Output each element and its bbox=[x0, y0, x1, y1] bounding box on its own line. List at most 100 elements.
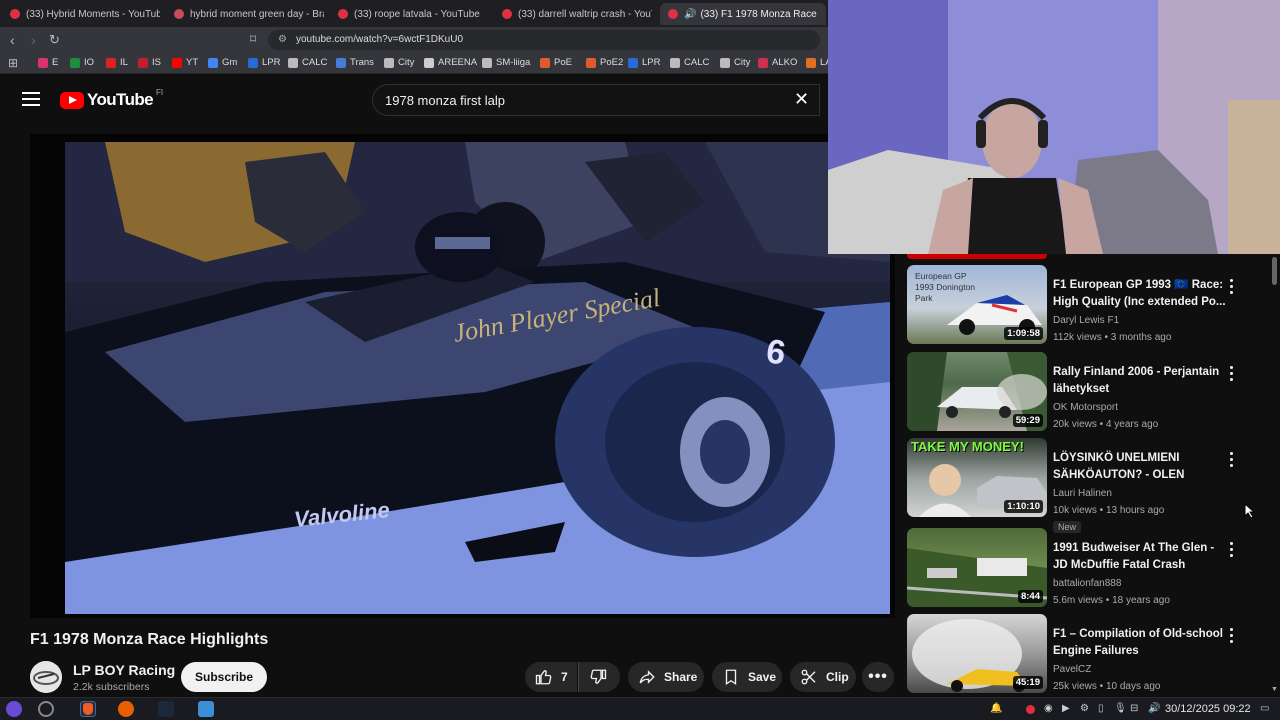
video-title[interactable]: F1 European GP 1993 🇪🇺 Race: High Qualit… bbox=[1053, 277, 1229, 311]
youtube-logo[interactable]: YouTube FI bbox=[60, 88, 163, 110]
channel-name[interactable]: battalionfan888 bbox=[1053, 578, 1121, 589]
brave-browser-icon[interactable] bbox=[80, 701, 96, 717]
forward-icon[interactable]: › bbox=[31, 32, 36, 48]
channel-name[interactable]: LP BOY Racing bbox=[73, 662, 175, 678]
bookmark-favicon-icon bbox=[138, 57, 148, 68]
media-play-icon[interactable]: ▶ bbox=[1062, 703, 1070, 714]
notification-bell-icon[interactable]: 🔔 bbox=[990, 703, 1002, 714]
video-meta: 5.6m views • 18 years ago bbox=[1053, 595, 1170, 606]
bookmark-item[interactable]: IS bbox=[138, 57, 161, 68]
list-item[interactable]: European GP 1993 Donington Park 1:09:58 … bbox=[907, 265, 1267, 347]
bookmark-item[interactable]: AREENA bbox=[424, 57, 477, 68]
steam-icon[interactable] bbox=[158, 701, 174, 717]
channel-avatar[interactable] bbox=[30, 661, 62, 693]
more-vertical-icon[interactable] bbox=[1230, 366, 1234, 384]
video-thumbnail[interactable]: European GP 1993 Donington Park 1:09:58 bbox=[907, 265, 1047, 344]
share-button[interactable]: Share bbox=[628, 662, 704, 692]
bookmark-icon[interactable]: ⌑ bbox=[250, 32, 256, 46]
browser-tab-active[interactable]: 🔊(33) F1 1978 Monza Race✕ bbox=[660, 3, 826, 25]
bookmark-item[interactable]: LPR bbox=[248, 57, 280, 68]
channel-name[interactable]: Lauri Halinen bbox=[1053, 488, 1112, 499]
os-taskbar: 🔔 ◉ ▶ ⚙ ▯ 🎙 ⊟ 🔊 30/12/2025 09:22 ▭ bbox=[0, 697, 1280, 720]
site-info-icon[interactable]: ⚙ bbox=[278, 30, 287, 50]
system-clock[interactable]: 30/12/2025 09:22 bbox=[1165, 703, 1251, 715]
video-title[interactable]: LÖYSINKÖ UNELMIENI SÄHKÖAUTON? - OLEN MY… bbox=[1053, 450, 1229, 484]
dislike-button[interactable] bbox=[578, 662, 620, 692]
video-title[interactable]: 1991 Budweiser At The Glen - JD McDuffie… bbox=[1053, 540, 1229, 574]
video-thumbnail[interactable]: 59:29 bbox=[907, 352, 1047, 431]
bookmark-item[interactable]: E bbox=[38, 57, 58, 68]
bookmark-favicon-icon bbox=[70, 57, 80, 68]
video-meta: 25k views • 10 days ago bbox=[1053, 681, 1161, 692]
search-box[interactable] bbox=[372, 84, 820, 116]
bookmark-item[interactable]: SM-liiga bbox=[482, 57, 530, 68]
bookmark-item[interactable]: Trans bbox=[336, 57, 374, 68]
video-player[interactable]: John Player Special Valvoline 6 bbox=[30, 134, 895, 618]
sidebar-scrollbar[interactable] bbox=[1272, 257, 1277, 285]
microphone-icon[interactable]: 🎙 bbox=[1114, 703, 1127, 714]
video-frame[interactable]: John Player Special Valvoline 6 bbox=[65, 142, 890, 614]
subscribe-button[interactable]: Subscribe bbox=[181, 662, 268, 692]
list-item[interactable]: TAKE MY MONEY! 1:10:10 LÖYSINKÖ UNELMIEN… bbox=[907, 438, 1267, 533]
bookmark-item[interactable]: PoE bbox=[540, 57, 572, 68]
bookmark-favicon-icon bbox=[540, 57, 550, 68]
bookmark-label: City bbox=[398, 57, 415, 68]
bookmark-item[interactable]: ALKO bbox=[758, 57, 797, 68]
channel-name[interactable]: Daryl Lewis F1 bbox=[1053, 315, 1119, 326]
bookmark-label: Trans bbox=[350, 57, 374, 68]
obs-icon[interactable] bbox=[38, 701, 54, 717]
browser-tab[interactable]: (33) Hybrid Moments - YouTube bbox=[10, 3, 160, 25]
scroll-down-arrow-icon[interactable]: ▼ bbox=[1271, 686, 1278, 693]
url-field[interactable]: ⚙ youtube.com/watch?v=6wctF1DKuU0 bbox=[268, 30, 820, 50]
start-menu-icon[interactable] bbox=[6, 701, 22, 717]
tray-app-icon[interactable]: ◉ bbox=[1044, 703, 1053, 714]
more-vertical-icon[interactable] bbox=[1230, 452, 1234, 470]
bookmark-item[interactable]: YT bbox=[172, 57, 198, 68]
clipboard-icon[interactable]: ▯ bbox=[1098, 703, 1104, 714]
list-item[interactable]: 45:19 F1 – Compilation of Old-school Eng… bbox=[907, 614, 1267, 695]
bookmark-item[interactable]: CALC bbox=[670, 57, 709, 68]
search-input[interactable] bbox=[385, 93, 765, 108]
clear-search-icon[interactable]: ✕ bbox=[794, 89, 809, 110]
more-vertical-icon[interactable] bbox=[1230, 279, 1234, 297]
bookmark-item[interactable]: IO bbox=[70, 57, 94, 68]
like-button[interactable]: 7 bbox=[525, 662, 577, 692]
tray-app-icon[interactable]: ⚙ bbox=[1080, 703, 1089, 714]
browser-tab[interactable]: (33) darrell waltrip crash - YouTu bbox=[502, 3, 652, 25]
mouse-cursor-icon bbox=[1244, 503, 1256, 519]
video-title[interactable]: Rally Finland 2006 - Perjantain lähetyks… bbox=[1053, 364, 1229, 398]
video-title[interactable]: F1 – Compilation of Old-school Engine Fa… bbox=[1053, 626, 1229, 660]
list-item[interactable]: 8:44 1991 Budweiser At The Glen - JD McD… bbox=[907, 528, 1267, 610]
video-thumbnail[interactable]: 8:44 bbox=[907, 528, 1047, 607]
channel-name[interactable]: PavelCZ bbox=[1053, 664, 1091, 675]
browser-tab[interactable]: (33) roope latvala - YouTube bbox=[338, 3, 488, 25]
network-icon[interactable]: ⊟ bbox=[1130, 703, 1138, 714]
more-actions-button[interactable]: ••• bbox=[862, 662, 894, 692]
more-vertical-icon[interactable] bbox=[1230, 542, 1234, 560]
file-manager-icon[interactable] bbox=[198, 701, 214, 717]
show-desktop-icon[interactable]: ▭ bbox=[1260, 703, 1269, 714]
bookmark-item[interactable]: IL bbox=[106, 57, 128, 68]
bookmark-item[interactable]: City bbox=[720, 57, 750, 68]
clip-button[interactable]: Clip bbox=[790, 662, 856, 692]
list-item[interactable]: 59:29 Rally Finland 2006 - Perjantain lä… bbox=[907, 352, 1267, 434]
reload-icon[interactable]: ↻ bbox=[49, 32, 60, 48]
apps-grid-icon[interactable]: ⊞ bbox=[8, 56, 18, 70]
bookmark-item[interactable]: PoE2 bbox=[586, 57, 623, 68]
video-duration: 1:09:58 bbox=[1004, 327, 1043, 340]
video-duration: 45:19 bbox=[1012, 676, 1043, 689]
menu-icon[interactable] bbox=[22, 92, 40, 106]
bookmark-item[interactable]: Gm bbox=[208, 57, 237, 68]
channel-name[interactable]: OK Motorsport bbox=[1053, 402, 1118, 413]
video-thumbnail[interactable]: TAKE MY MONEY! 1:10:10 bbox=[907, 438, 1047, 517]
video-thumbnail[interactable]: 45:19 bbox=[907, 614, 1047, 693]
firefox-icon[interactable] bbox=[118, 701, 134, 717]
browser-tab[interactable]: hybrid moment green day - Bra bbox=[174, 3, 324, 25]
bookmark-item[interactable]: City bbox=[384, 57, 414, 68]
back-icon[interactable]: ‹ bbox=[10, 32, 15, 48]
volume-icon[interactable]: 🔊 bbox=[1148, 703, 1160, 714]
save-button[interactable]: Save bbox=[712, 662, 782, 692]
bookmark-item[interactable]: LPR bbox=[628, 57, 660, 68]
bookmark-item[interactable]: CALC bbox=[288, 57, 327, 68]
more-vertical-icon[interactable] bbox=[1230, 628, 1234, 646]
